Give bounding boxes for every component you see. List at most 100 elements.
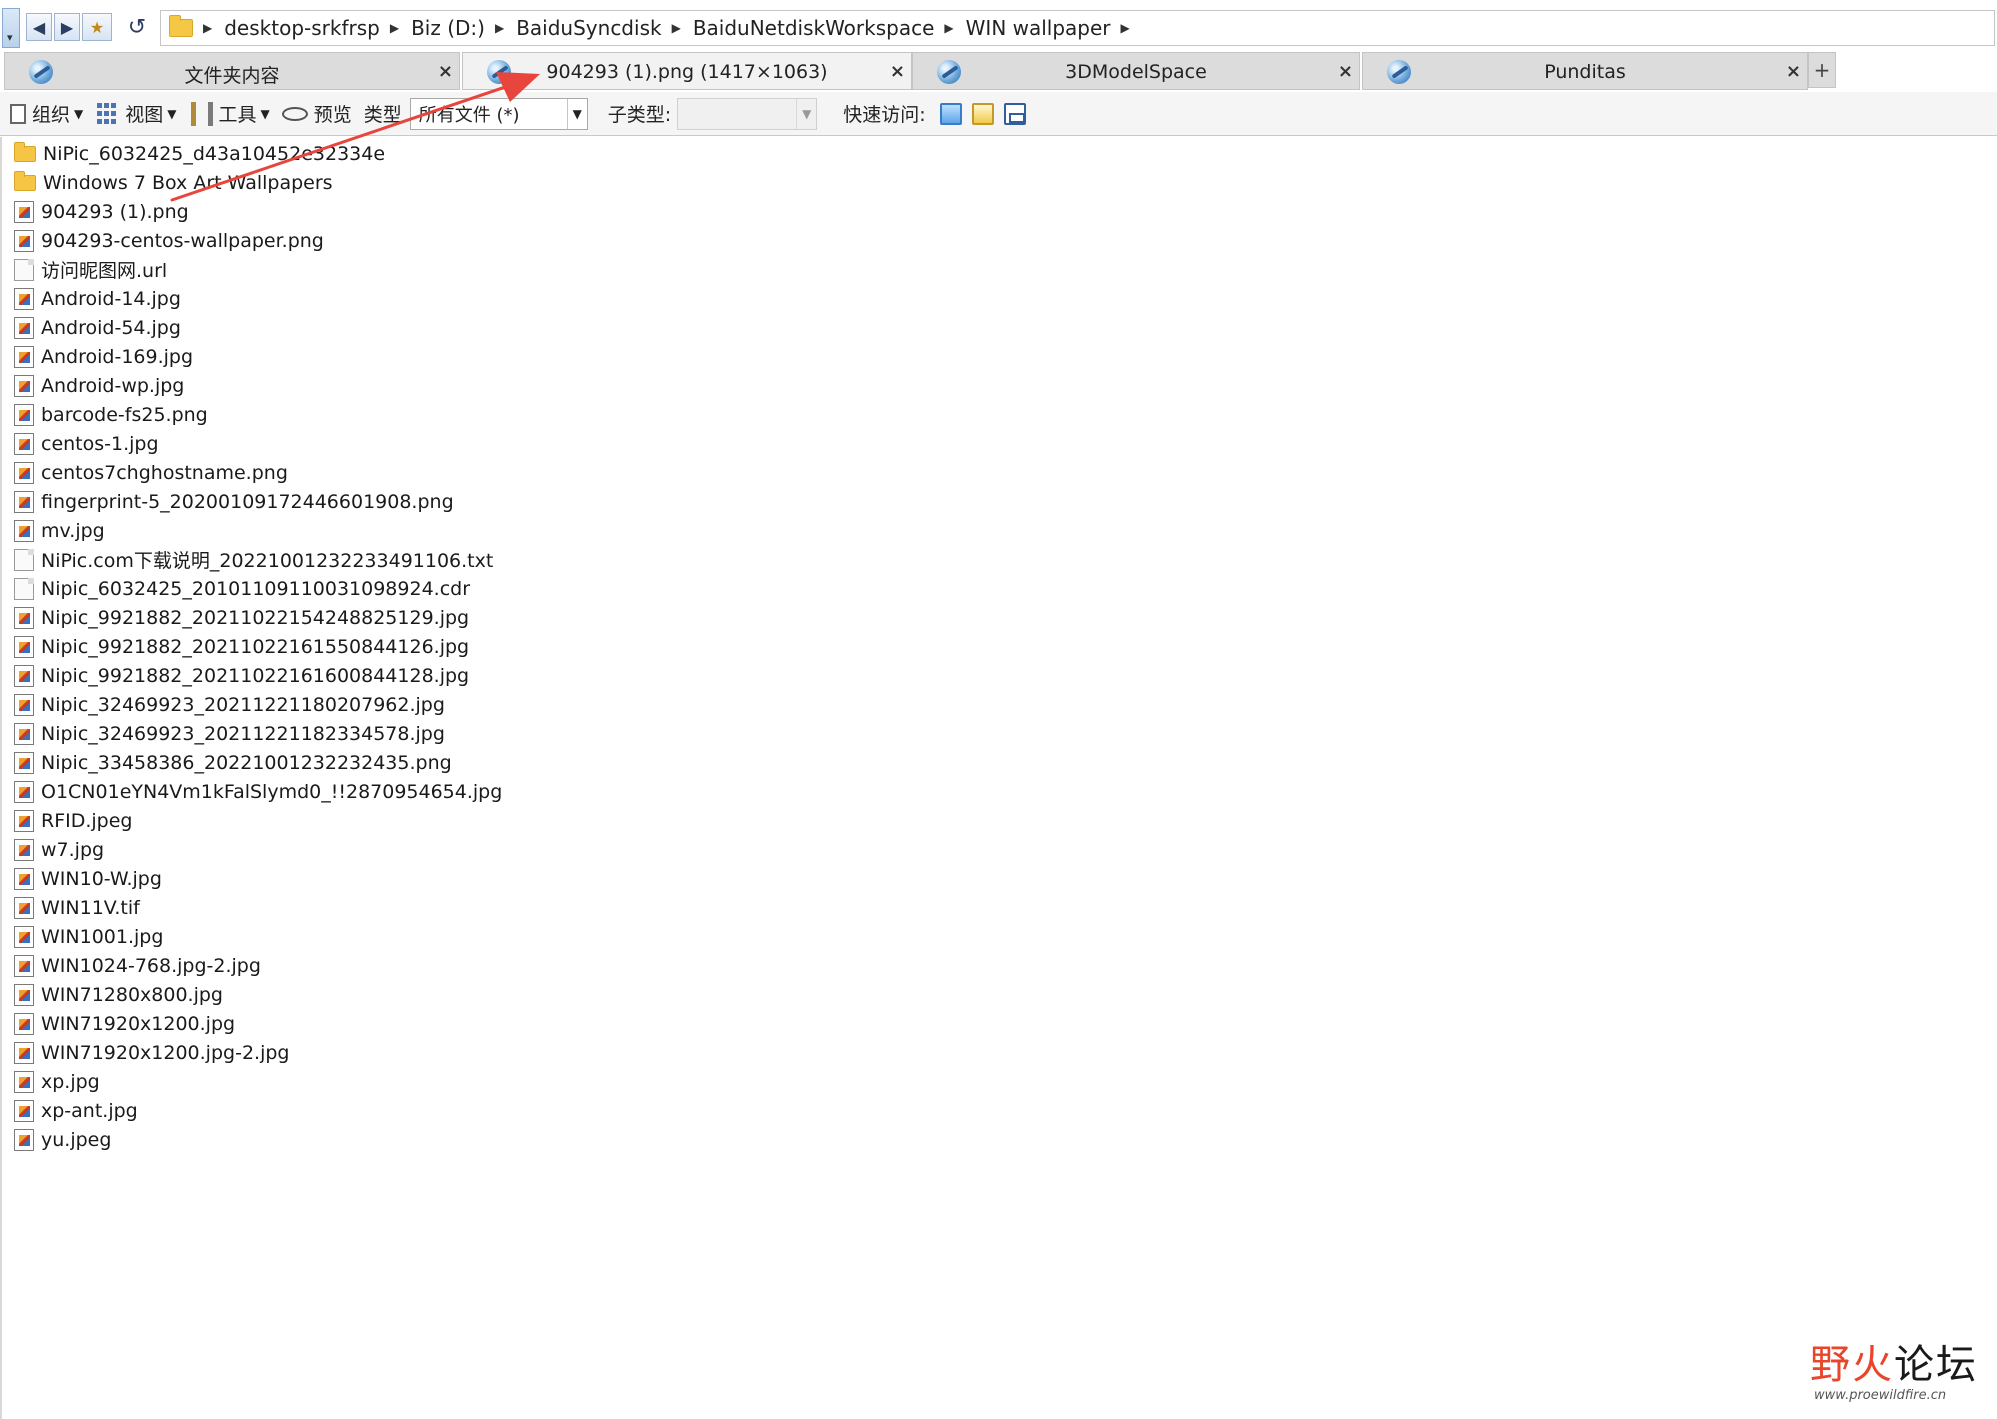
toolbar: 组织 ▼ 视图 ▼ 工具 ▼ 预览 类型 所有文件 (*) ▼ 子类型: ▼ 快… bbox=[0, 92, 1997, 136]
file-row[interactable]: Nipic_32469923_20211221182334578.jpg bbox=[14, 719, 445, 748]
file-row[interactable]: 904293-centos-wallpaper.png bbox=[14, 226, 324, 255]
panel-dropdown-button[interactable]: ▾ bbox=[2, 8, 20, 48]
image-file-icon bbox=[14, 635, 34, 658]
file-row[interactable]: WIN11V.tif bbox=[14, 893, 140, 922]
image-file-icon bbox=[14, 896, 34, 919]
image-file-icon bbox=[14, 693, 34, 716]
back-button[interactable]: ◀ bbox=[26, 13, 52, 41]
breadcrumb-item-workspace[interactable]: BaiduNetdiskWorkspace ▶ bbox=[693, 16, 966, 40]
file-row[interactable]: WIN1001.jpg bbox=[14, 922, 163, 951]
file-name: Nipic_6032425_20101109110031098924.cdr bbox=[41, 577, 471, 600]
quick-access-documents-icon[interactable] bbox=[971, 102, 994, 125]
close-icon[interactable]: × bbox=[1338, 61, 1353, 82]
file-row[interactable]: Android-54.jpg bbox=[14, 313, 181, 342]
image-file-icon bbox=[14, 925, 34, 948]
file-name: Windows 7 Box Art Wallpapers bbox=[43, 171, 333, 194]
file-name: NiPic.com下载说明_20221001232233491106.txt bbox=[41, 550, 494, 572]
image-file-icon bbox=[14, 809, 34, 832]
file-row[interactable]: 904293 (1).png bbox=[14, 197, 189, 226]
file-row[interactable]: Nipic_9921882_20211022161550844126.jpg bbox=[14, 632, 469, 661]
file-row[interactable]: Nipic_6032425_20101109110031098924.cdr bbox=[14, 574, 470, 603]
close-icon[interactable]: × bbox=[1786, 61, 1801, 82]
file-name: 访问昵图网.url bbox=[41, 260, 168, 282]
file-row[interactable]: O1CN01eYN4Vm1kFalSlymd0_!!2870954654.jpg bbox=[14, 777, 502, 806]
tab-image-preview[interactable]: 904293 (1).png (1417×1063) × bbox=[462, 52, 912, 90]
tab-3dmodelspace[interactable]: 3DModelSpace × bbox=[912, 52, 1360, 90]
chevron-down-icon: ▼ bbox=[796, 98, 816, 129]
type-filter-select[interactable]: 所有文件 (*) ▼ bbox=[409, 97, 588, 130]
file-name: Android-54.jpg bbox=[41, 316, 181, 339]
file-row[interactable]: NiPic.com下载说明_20221001232233491106.txt bbox=[14, 545, 493, 574]
file-row[interactable]: xp.jpg bbox=[14, 1067, 100, 1096]
breadcrumb-item-desktop[interactable]: desktop-srkfrsp ▶ bbox=[224, 16, 411, 40]
tab-folder-contents[interactable]: 文件夹内容 × bbox=[4, 52, 460, 90]
file-row[interactable]: 访问昵图网.url bbox=[14, 255, 167, 284]
breadcrumb-sep-start: ▶ bbox=[203, 21, 213, 35]
file-row[interactable]: xp-ant.jpg bbox=[14, 1096, 138, 1125]
image-file-icon bbox=[14, 374, 34, 397]
tools-menu-button[interactable]: 工具 ▼ bbox=[190, 100, 270, 127]
file-row[interactable]: WIN71280x800.jpg bbox=[14, 980, 223, 1009]
file-row[interactable]: Nipic_32469923_20211221180207962.jpg bbox=[14, 690, 445, 719]
file-name: xp-ant.jpg bbox=[41, 1099, 138, 1122]
organize-menu-button[interactable]: 组织 ▼ bbox=[10, 100, 83, 127]
preview-button[interactable]: 预览 bbox=[281, 100, 352, 127]
file-name: 904293 (1).png bbox=[41, 200, 189, 223]
file-name: Android-169.jpg bbox=[41, 345, 194, 368]
image-file-icon bbox=[14, 664, 34, 687]
file-name: WIN1001.jpg bbox=[41, 925, 164, 948]
breadcrumb-item-baidusyncdisk[interactable]: BaiduSyncdisk ▶ bbox=[516, 16, 693, 40]
file-name: NiPic_6032425_d43a10452e32334e bbox=[43, 142, 386, 165]
file-name: O1CN01eYN4Vm1kFalSlymd0_!!2870954654.jpg bbox=[41, 780, 503, 803]
folder-icon bbox=[14, 141, 36, 162]
file-row[interactable]: Android-wp.jpg bbox=[14, 371, 184, 400]
file-name: Android-wp.jpg bbox=[41, 374, 185, 397]
folder-row[interactable]: Windows 7 Box Art Wallpapers bbox=[14, 168, 333, 197]
subtype-filter-select[interactable]: ▼ bbox=[677, 97, 818, 130]
file-row[interactable]: Nipic_9921882_20211022161600844128.jpg bbox=[14, 661, 469, 690]
file-row[interactable]: Android-14.jpg bbox=[14, 284, 181, 313]
file-row[interactable]: Android-169.jpg bbox=[14, 342, 193, 371]
file-row[interactable]: WIN1024-768.jpg-2.jpg bbox=[14, 951, 261, 980]
file-row[interactable]: w7.jpg bbox=[14, 835, 104, 864]
breadcrumb-item-drive[interactable]: Biz (D:) ▶ bbox=[411, 16, 516, 40]
file-row[interactable]: mv.jpg bbox=[14, 516, 105, 545]
tools-icon bbox=[190, 101, 213, 126]
folder-row[interactable]: NiPic_6032425_d43a10452e32334e bbox=[14, 139, 385, 168]
breadcrumb[interactable]: ▶ desktop-srkfrsp ▶ Biz (D:) ▶ BaiduSyncdi… bbox=[160, 10, 1995, 46]
quick-access-desktop-icon[interactable] bbox=[939, 102, 962, 125]
history-button[interactable]: ↺ bbox=[124, 13, 150, 41]
file-name: Nipic_9921882_20211022161600844128.jpg bbox=[41, 664, 470, 687]
image-file-icon bbox=[14, 461, 34, 484]
forward-button[interactable]: ▶ bbox=[54, 13, 80, 41]
file-row[interactable]: barcode-fs25.png bbox=[14, 400, 208, 429]
image-file-icon bbox=[14, 1128, 34, 1151]
breadcrumb-item-win-wallpaper[interactable]: WIN wallpaper ▶ bbox=[966, 16, 1142, 40]
quick-access-computer-icon[interactable] bbox=[1003, 102, 1026, 125]
image-file-icon bbox=[14, 838, 34, 861]
file-row[interactable]: Nipic_33458386_20221001232232435.png bbox=[14, 748, 452, 777]
image-file-icon bbox=[14, 1041, 34, 1064]
file-row[interactable]: fingerprint-5_20200109172446601908.png bbox=[14, 487, 454, 516]
close-icon[interactable]: × bbox=[890, 61, 905, 82]
view-menu-button[interactable]: 视图 ▼ bbox=[97, 100, 177, 127]
chevron-down-icon: ▼ bbox=[260, 106, 270, 121]
file-row[interactable]: centos-1.jpg bbox=[14, 429, 159, 458]
file-row[interactable]: WIN10-W.jpg bbox=[14, 864, 162, 893]
file-row[interactable]: centos7chghostname.png bbox=[14, 458, 288, 487]
file-row[interactable]: WIN71920x1200.jpg bbox=[14, 1009, 235, 1038]
file-row[interactable]: RFID.jpeg bbox=[14, 806, 133, 835]
file-row[interactable]: Nipic_9921882_20211022154248825129.jpg bbox=[14, 603, 469, 632]
close-icon[interactable]: × bbox=[438, 61, 453, 82]
image-file-icon bbox=[14, 316, 34, 339]
image-file-icon bbox=[14, 983, 34, 1006]
chevron-down-icon: ▼ bbox=[566, 98, 587, 129]
arrow-left-icon: ◀ bbox=[32, 17, 46, 37]
watermark-logo: 野火论坛 bbox=[1810, 1342, 1978, 1388]
file-name: Nipic_33458386_20221001232232435.png bbox=[41, 751, 452, 774]
tab-punditas[interactable]: Punditas × bbox=[1362, 52, 1808, 90]
favorites-button[interactable]: ★ bbox=[82, 13, 112, 41]
file-row[interactable]: WIN71920x1200.jpg-2.jpg bbox=[14, 1038, 289, 1067]
new-tab-button[interactable]: + bbox=[1808, 52, 1836, 88]
file-row[interactable]: yu.jpeg bbox=[14, 1125, 111, 1154]
